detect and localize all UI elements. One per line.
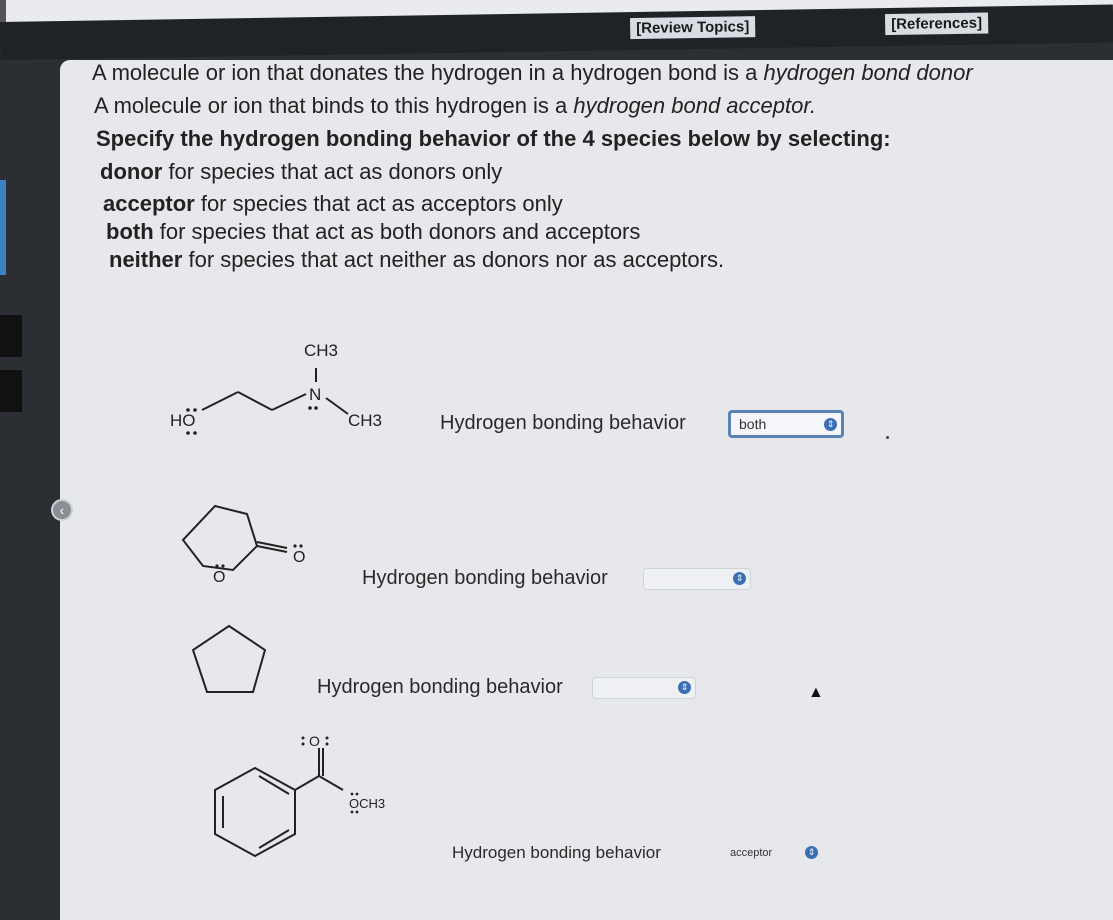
question-4-label: Hydrogen bonding behavior <box>452 843 661 862</box>
hydroxyl-label: HO <box>170 411 196 430</box>
collapse-sidebar-button[interactable]: ‹ <box>51 499 73 521</box>
stray-dot <box>886 436 889 439</box>
intro-line-2: A molecule or ion that binds to this hyd… <box>94 93 816 119</box>
question-4-select[interactable]: acceptor ⇕ <box>722 843 822 865</box>
references-link[interactable]: [References] <box>884 12 989 36</box>
option-desc: for species that act as donors only <box>162 159 503 184</box>
intro-line-1: A molecule or ion that donates the hydro… <box>92 60 973 86</box>
updown-chevron-icon: ⇕ <box>678 681 691 694</box>
nitrogen-label: N <box>309 385 321 404</box>
sidebar-tab[interactable] <box>0 315 22 357</box>
methoxy-label: OCH3 <box>349 796 385 811</box>
chevron-left-icon: ‹ <box>59 502 65 518</box>
intro-text: A molecule or ion that donates the hydro… <box>92 60 764 85</box>
molecule-3-structure <box>191 624 267 693</box>
sidebar-accent <box>0 180 6 275</box>
ch3-top-label: CH3 <box>304 341 338 360</box>
mouse-pointer-icon: ▲ <box>808 684 824 701</box>
question-3-label: Hydrogen bonding behavior <box>317 676 563 698</box>
option-neither: neither for species that act neither as … <box>109 247 724 273</box>
molecule-4-structure: O OCH3 <box>214 733 385 858</box>
molecule-2-structure: O O <box>181 504 305 586</box>
question-1-select[interactable]: both ⇕ <box>728 410 844 438</box>
molecule-1-structure: CH3 N CH3 HO <box>170 341 382 435</box>
question-3-select[interactable]: ⇕ <box>592 677 696 699</box>
carbonyl-oxygen-label: O <box>293 549 305 566</box>
donor-term: hydrogen bond donor <box>763 60 973 85</box>
option-term: acceptor <box>103 191 195 216</box>
updown-chevron-icon: ⇕ <box>824 418 837 431</box>
option-both: both for species that act as both donors… <box>106 219 640 245</box>
selected-value: both <box>739 416 767 432</box>
updown-chevron-icon: ⇕ <box>805 846 818 859</box>
ch3-right-label: CH3 <box>348 411 382 430</box>
option-term: neither <box>109 247 183 272</box>
selected-value: acceptor <box>730 847 773 859</box>
question-1-label: Hydrogen bonding behavior <box>440 412 686 434</box>
option-term: donor <box>100 159 163 184</box>
ring-oxygen-label: O <box>213 569 225 586</box>
acceptor-term: hydrogen bond acceptor. <box>573 93 816 118</box>
review-topics-link[interactable]: [Review Topics] <box>630 16 756 40</box>
option-desc: for species that act as both donors and … <box>153 219 641 244</box>
carbonyl-oxygen-label: O <box>309 733 320 749</box>
question-2-select[interactable]: ⇕ <box>643 568 751 590</box>
question-2-label: Hydrogen bonding behavior <box>362 567 608 589</box>
option-term: both <box>106 219 154 244</box>
option-donor: donor for species that act as donors onl… <box>100 159 502 185</box>
option-desc: for species that act as acceptors only <box>194 191 563 216</box>
left-sidebar-frame <box>0 60 60 902</box>
option-desc: for species that act neither as donors n… <box>182 247 725 272</box>
intro-text: A molecule or ion that binds to this hyd… <box>94 93 574 118</box>
option-acceptor: acceptor for species that act as accepto… <box>103 191 563 217</box>
sidebar-tab[interactable] <box>0 370 22 412</box>
instruction-text: Specify the hydrogen bonding behavior of… <box>96 126 891 151</box>
updown-chevron-icon: ⇕ <box>733 572 746 585</box>
